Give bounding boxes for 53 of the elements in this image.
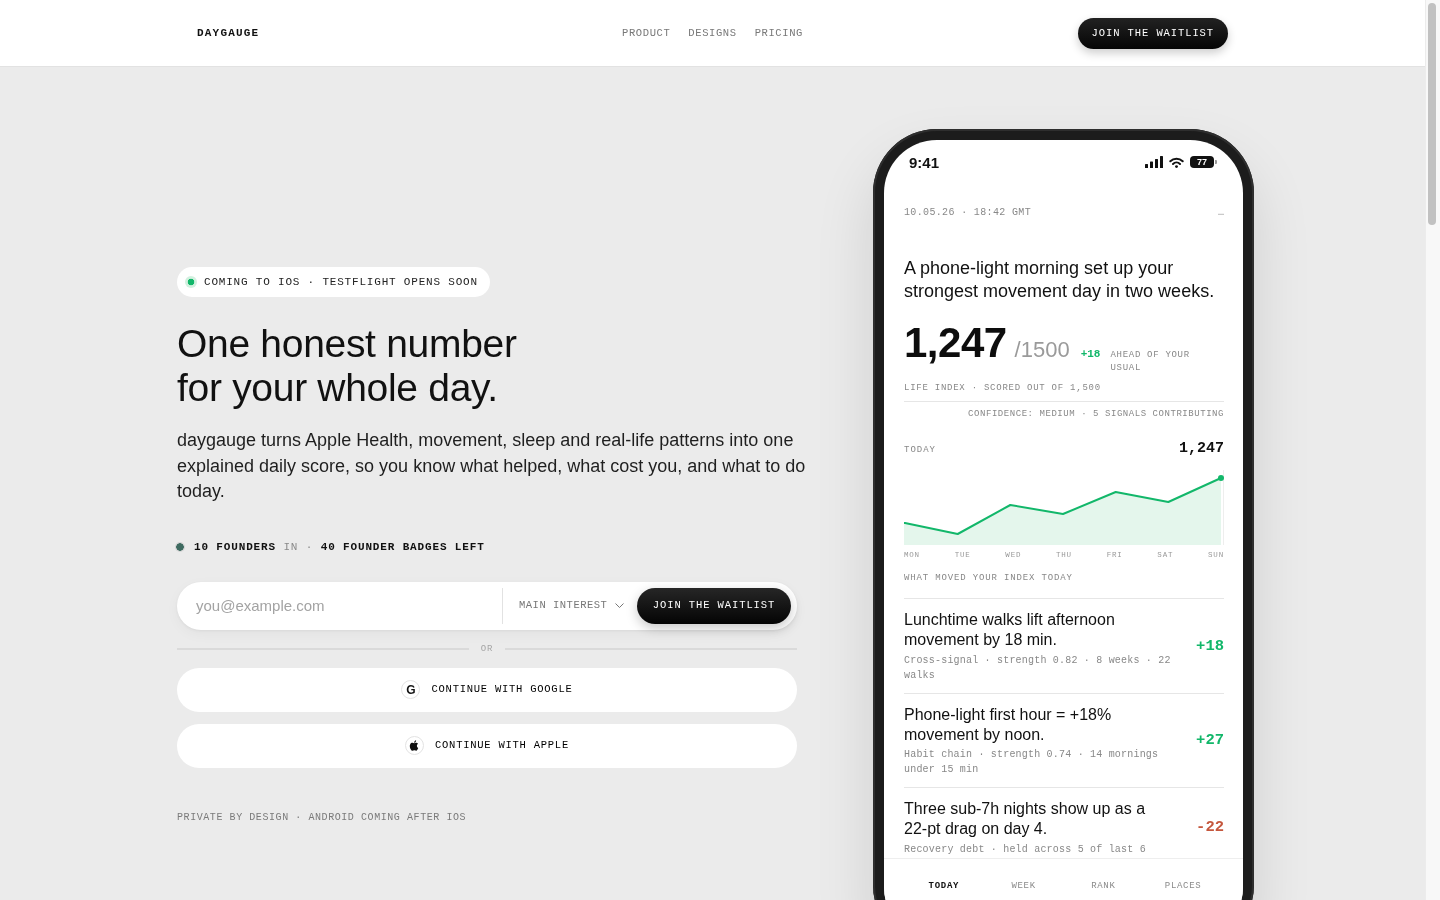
status-dot-icon [185, 276, 197, 288]
confidence-text: CONFIDENCE: MEDIUM · 5 SIGNALS CONTRIBUTING [967, 408, 1224, 420]
insight-meta: Recovery debt · held across 5 of last 6 [904, 842, 1147, 857]
signup-form[interactable]: you@example.com MAIN INTEREST JOIN THE WAITLIST [177, 581, 797, 630]
nav-link[interactable]: DESIGNS [688, 26, 737, 40]
apple-icon [405, 736, 424, 755]
tab[interactable]: WEEK [1011, 881, 1036, 892]
interest-select[interactable]: MAIN INTEREST [503, 587, 635, 624]
footnote: PRIVATE BY DESIGN · ANDROID COMING AFTER IOS [177, 811, 467, 824]
tab[interactable]: RANK [1091, 881, 1116, 892]
hero-description: daygauge turns Apple Health, movement, sleep and real-life patterns into one explained daily score, so you know what helped, what cost you, and what to do today. [177, 429, 807, 503]
continue-button[interactable]: CONTINUE WITH APPLE [177, 723, 797, 768]
status-time: 9:41 [909, 154, 940, 170]
nav-link[interactable]: PRODUCT [622, 26, 671, 40]
google-icon: G [401, 680, 421, 699]
battery-indicator: 77 [1190, 156, 1217, 168]
founders-count: 10 FOUNDERS IN · 40 FOUNDER BADGES LEFT [194, 539, 485, 554]
insight-meta: Habit chain · strength 0.74 · 14 mornings under 15 min [904, 748, 1160, 777]
divider-label: OR [480, 642, 494, 656]
score-delta-note: AHEAD OF YOUR USUAL [1110, 349, 1191, 375]
insight-title: Lunchtime walks lift afternoon movement by 18 min. [904, 610, 1116, 650]
insight-title: Phone-light first hour = +18% movement by noon. [904, 704, 1113, 745]
insight-headline: A phone-light morning set up your strongest movement day in two weeks. [904, 257, 1216, 303]
section-heading: WHAT MOVED YOUR INDEX TODAY [904, 572, 1074, 584]
more-button[interactable]: … [1218, 207, 1224, 219]
timestamp: 10.05.26 · 18:42 GMT [904, 207, 1032, 219]
insight-delta: +27 [1196, 733, 1224, 749]
brand-logo[interactable]: DAYGAUGE [197, 26, 260, 40]
scrollbar-thumb[interactable] [1428, 3, 1436, 225]
score-delta: +18 [1080, 349, 1101, 360]
signal-icon [1145, 156, 1163, 168]
score-max: /1500 [1014, 339, 1070, 361]
continue-button[interactable]: G CONTINUE WITH GOOGLE [177, 667, 797, 712]
score-value: 1,247 [904, 321, 1007, 365]
email-field[interactable]: you@example.com [177, 581, 502, 630]
tab[interactable]: PLACES [1164, 881, 1202, 892]
insight-delta: +18 [1196, 638, 1224, 654]
score-caption: LIFE INDEX · SCORED OUT OF 1,500 [904, 382, 1102, 394]
chevron-icon [615, 603, 625, 608]
tab[interactable]: TODAY [928, 881, 960, 892]
status-dot-icon [175, 541, 185, 552]
chart-label: TODAY [904, 444, 936, 456]
insight-title: Three sub-7h nights show up as a 22-pt drag on day 4. [904, 799, 1147, 839]
join-waitlist-button[interactable]: JOIN THE WAITLIST [1077, 17, 1228, 49]
scrollbar[interactable] [1425, 0, 1440, 900]
insight-meta: Cross-signal · strength 0.82 · 8 weeks · 22 walks [904, 653, 1172, 683]
hero-heading: One honest number for your whole day. [177, 322, 517, 410]
insight-delta: -22 [1196, 820, 1224, 836]
wifi-icon [1169, 156, 1184, 168]
join-waitlist-button[interactable]: JOIN THE WAITLIST [637, 587, 791, 624]
nav-link[interactable]: PRICING [754, 26, 803, 40]
chart-value: 1,247 [1179, 439, 1224, 459]
announcement-text: COMING TO IOS · TESTFLIGHT OPENS SOON [204, 275, 478, 289]
